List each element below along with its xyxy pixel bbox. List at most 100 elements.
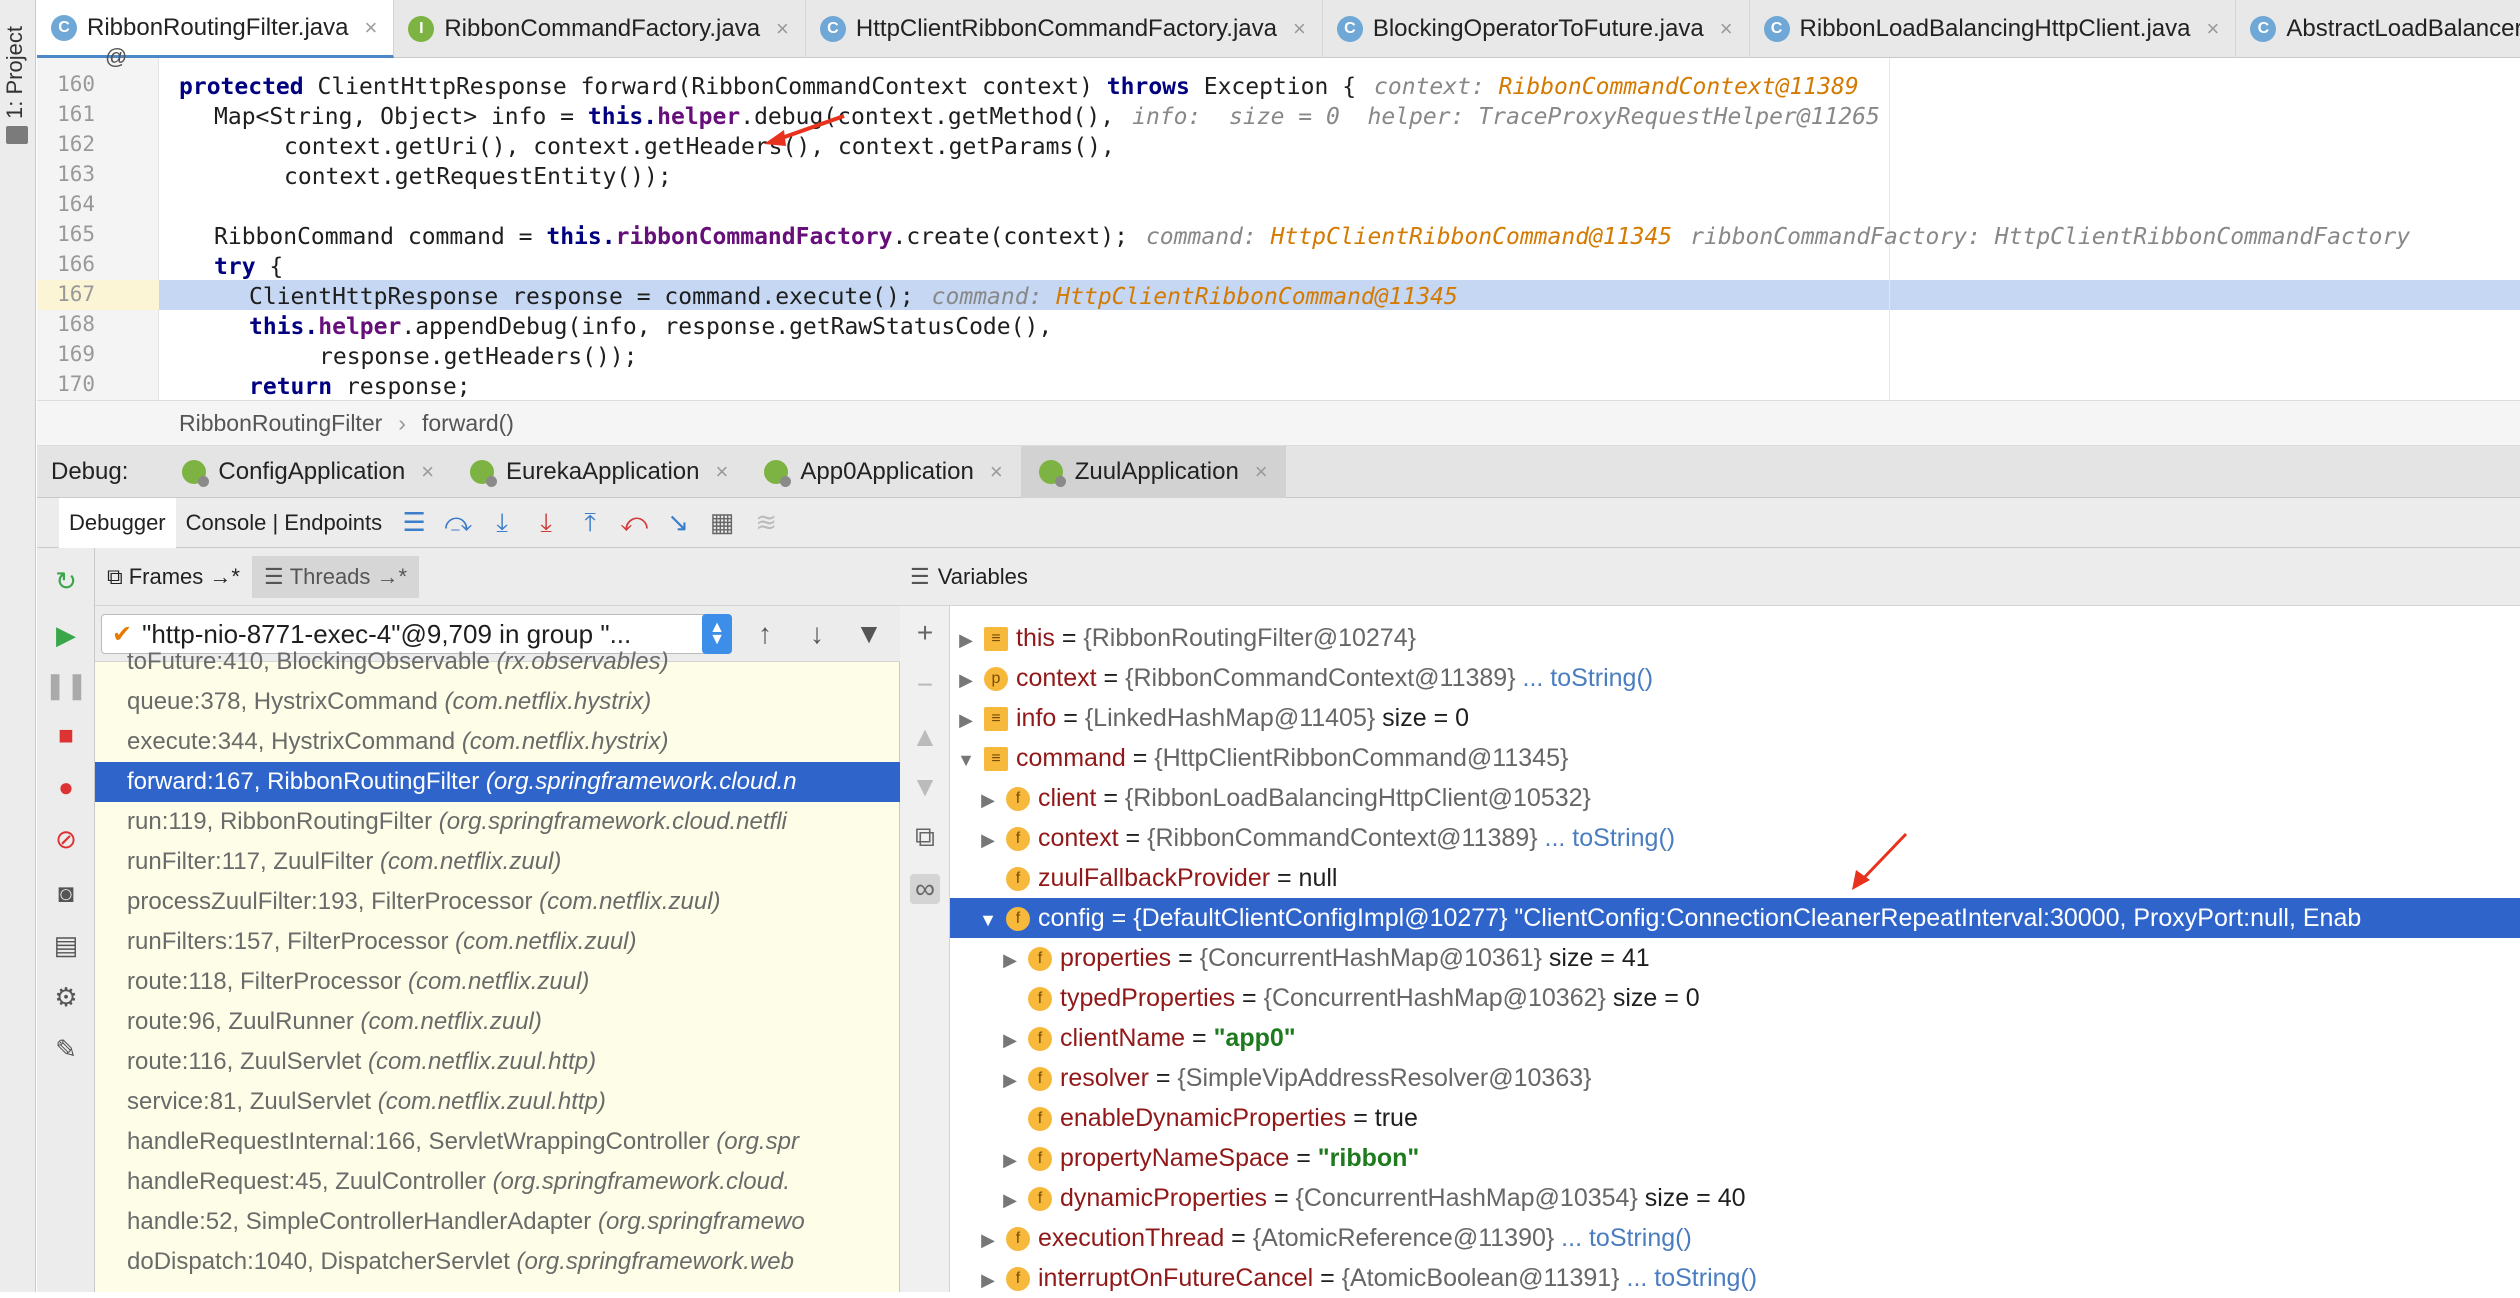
debug-session-tab[interactable]: EurekaApplication ×: [452, 446, 746, 498]
variable-row[interactable]: ▶ f client = {RibbonLoadBalancingHttpClien…: [950, 778, 2520, 818]
expand-icon[interactable]: ▶: [976, 1260, 1000, 1298]
move-down-icon[interactable]: ▼: [910, 771, 940, 802]
close-icon[interactable]: ×: [1720, 16, 1733, 42]
variable-row[interactable]: f zuulFallbackProvider = null: [950, 858, 2520, 898]
variable-row[interactable]: ▶ f properties = {ConcurrentHashMap@10361}…: [950, 938, 2520, 978]
stack-frame-row[interactable]: route:96, ZuulRunner (com.netflix.zuul): [95, 1002, 900, 1042]
expand-icon[interactable]: ▶: [998, 1060, 1022, 1098]
expand-icon[interactable]: ▶: [954, 660, 978, 698]
mute-breakpoints-icon[interactable]: ⊘: [51, 824, 81, 854]
camera-icon[interactable]: ◙: [51, 878, 81, 908]
step-over-icon[interactable]: ⤼: [436, 498, 480, 548]
file-tab[interactable]: C RibbonLoadBalancingHttpClient.java ×: [1750, 0, 2237, 58]
stack-frame-row[interactable]: runFilter:117, ZuulFilter (com.netflix.z…: [95, 842, 900, 882]
breadcrumb-class[interactable]: RibbonRoutingFilter: [179, 410, 382, 437]
expand-icon[interactable]: ▶: [998, 1140, 1022, 1178]
tostring-link[interactable]: ... toString(): [1620, 1264, 1757, 1292]
drop-frame-icon[interactable]: ⤺: [612, 498, 656, 548]
debug-session-tab[interactable]: ConfigApplication ×: [164, 446, 452, 498]
variable-row[interactable]: ▶ ≡ info = {LinkedHashMap@11405} size = 0: [950, 698, 2520, 738]
layout-icon[interactable]: ▤: [51, 930, 81, 960]
stack-frame-row[interactable]: forward:167, RibbonRoutingFilter (org.sp…: [95, 762, 900, 802]
breadcrumb-method[interactable]: forward(): [422, 410, 514, 437]
stack-frame-row[interactable]: queue:378, HystrixCommand (com.netflix.h…: [95, 682, 900, 722]
close-icon[interactable]: ×: [2206, 16, 2219, 42]
close-icon[interactable]: ×: [421, 459, 434, 485]
file-tab[interactable]: I RibbonCommandFactory.java ×: [394, 0, 806, 58]
close-icon[interactable]: ×: [776, 16, 789, 42]
expand-icon[interactable]: ▶: [976, 1220, 1000, 1258]
evaluate-expression-icon[interactable]: ▦: [700, 498, 744, 548]
stop-icon[interactable]: ■: [51, 720, 81, 750]
stack-frame-row[interactable]: route:118, FilterProcessor (com.netflix.…: [95, 962, 900, 1002]
settings-icon[interactable]: ⚙: [51, 982, 81, 1012]
step-into-icon[interactable]: ⤓: [480, 498, 524, 548]
view-breakpoints-icon[interactable]: ●: [51, 772, 81, 802]
tab-debugger[interactable]: Debugger: [59, 497, 176, 548]
expand-icon[interactable]: ▶: [998, 1180, 1022, 1218]
tostring-link[interactable]: ... toString(): [1516, 664, 1654, 692]
variable-row[interactable]: ▶ f executionThread = {AtomicReference@113…: [950, 1218, 2520, 1258]
stack-frame-row[interactable]: toFuture:410, BlockingObservable (rx.obs…: [95, 642, 900, 682]
variable-row[interactable]: ▶ f propertyNameSpace = "ribbon": [950, 1138, 2520, 1178]
collapse-icon[interactable]: ▼: [954, 740, 978, 778]
variable-row[interactable]: ▼ ≡ command = {HttpClientRibbonCommand@113…: [950, 738, 2520, 778]
step-out-icon[interactable]: ⤒: [568, 498, 612, 548]
stack-frame-row[interactable]: run:119, RibbonRoutingFilter (org.spring…: [95, 802, 900, 842]
file-tab[interactable]: C BlockingOperatorToFuture.java ×: [1323, 0, 1750, 58]
close-icon[interactable]: ×: [1255, 459, 1268, 485]
stack-frame-row[interactable]: handleRequestInternal:166, ServletWrappi…: [95, 1122, 900, 1162]
variable-row[interactable]: ▶ f resolver = {SimpleVipAddressResolver@1…: [950, 1058, 2520, 1098]
copy-icon[interactable]: ⧉: [910, 821, 940, 852]
remove-watch-icon[interactable]: −: [910, 669, 940, 700]
close-icon[interactable]: ×: [364, 15, 377, 41]
stack-frame-row[interactable]: service:81, ZuulServlet (com.netflix.zuu…: [95, 1082, 900, 1122]
glasses-icon[interactable]: ∞: [910, 873, 940, 904]
file-tab[interactable]: C AbstractLoadBalancerAwar: [2236, 0, 2520, 58]
tab-frames[interactable]: ⧉ Frames →*: [95, 556, 252, 598]
variable-row[interactable]: f enableDynamicProperties = true: [950, 1098, 2520, 1138]
expand-icon[interactable]: ▶: [954, 700, 978, 738]
variable-row[interactable]: ▶ f context = {RibbonCommandContext@11389}…: [950, 818, 2520, 858]
stack-frame-row[interactable]: handleRequest:45, ZuulController (org.sp…: [95, 1162, 900, 1202]
run-to-cursor-icon[interactable]: ↘: [656, 498, 700, 548]
pause-icon[interactable]: ❚❚: [44, 670, 88, 700]
close-icon[interactable]: ×: [990, 459, 1003, 485]
code-editor[interactable]: @ 160 161 162 163 164 165 166 167 168 169 170 prot…: [37, 44, 2520, 400]
tab-threads[interactable]: ☰ Threads →*: [251, 555, 420, 598]
stack-frame-row[interactable]: execute:344, HystrixCommand (com.netflix…: [95, 722, 900, 762]
tostring-link[interactable]: ... toString(): [1538, 824, 1676, 852]
rerun-icon[interactable]: ↻: [51, 566, 81, 596]
variable-row[interactable]: ▶ ≡ this = {RibbonRoutingFilter@10274}: [950, 618, 2520, 658]
variable-row[interactable]: ▶ f clientName = "app0": [950, 1018, 2520, 1058]
stack-frame-row[interactable]: route:116, ZuulServlet (com.netflix.zuul…: [95, 1042, 900, 1082]
add-watch-icon[interactable]: +: [910, 617, 940, 648]
stack-frame-row[interactable]: processZuulFilter:193, FilterProcessor (…: [95, 882, 900, 922]
expand-icon[interactable]: ▶: [976, 820, 1000, 858]
variable-row[interactable]: f typedProperties = {ConcurrentHashMap@10…: [950, 978, 2520, 1018]
stack-frame-row[interactable]: handle:52, SimpleControllerHandlerAdapte…: [95, 1202, 900, 1242]
resume-icon[interactable]: ▶: [51, 620, 81, 650]
variable-row[interactable]: ▶ f interruptOnFutureCancel = {AtomicBoole…: [950, 1258, 2520, 1298]
close-icon[interactable]: ×: [1293, 16, 1306, 42]
file-tab[interactable]: C HttpClientRibbonCommandFactory.java ×: [806, 0, 1323, 58]
close-icon[interactable]: ×: [716, 459, 729, 485]
expand-icon[interactable]: ▶: [998, 1020, 1022, 1058]
variable-row[interactable]: ▶ p context = {RibbonCommandContext@11389}…: [950, 658, 2520, 698]
debug-session-tab[interactable]: ZuulApplication ×: [1020, 445, 1286, 498]
expand-icon[interactable]: ▶: [954, 620, 978, 658]
move-up-icon[interactable]: ▲: [910, 721, 940, 752]
project-tool-button[interactable]: 1: Project: [2, 18, 32, 128]
tostring-link[interactable]: ... toString(): [1554, 1224, 1692, 1252]
force-step-into-icon[interactable]: ⤓: [524, 498, 568, 548]
stack-frame-row[interactable]: runFilters:157, FilterProcessor (com.net…: [95, 922, 900, 962]
variable-row[interactable]: ▶ f dynamicProperties = {ConcurrentHashMap…: [950, 1178, 2520, 1218]
variable-row[interactable]: ▼ f config = {DefaultClientConfigImpl@1027…: [950, 898, 2520, 938]
pin-icon[interactable]: ✎: [51, 1034, 81, 1064]
expand-icon[interactable]: ▶: [976, 780, 1000, 818]
stack-frame-row[interactable]: doDispatch:1040, DispatcherServlet (org.…: [95, 1242, 900, 1282]
debug-session-tab[interactable]: App0Application ×: [746, 446, 1020, 498]
file-tab[interactable]: C RibbonRoutingFilter.java ×: [37, 0, 395, 58]
tab-console-endpoints[interactable]: Console | Endpoints: [176, 498, 393, 548]
expand-icon[interactable]: ▶: [998, 940, 1022, 978]
